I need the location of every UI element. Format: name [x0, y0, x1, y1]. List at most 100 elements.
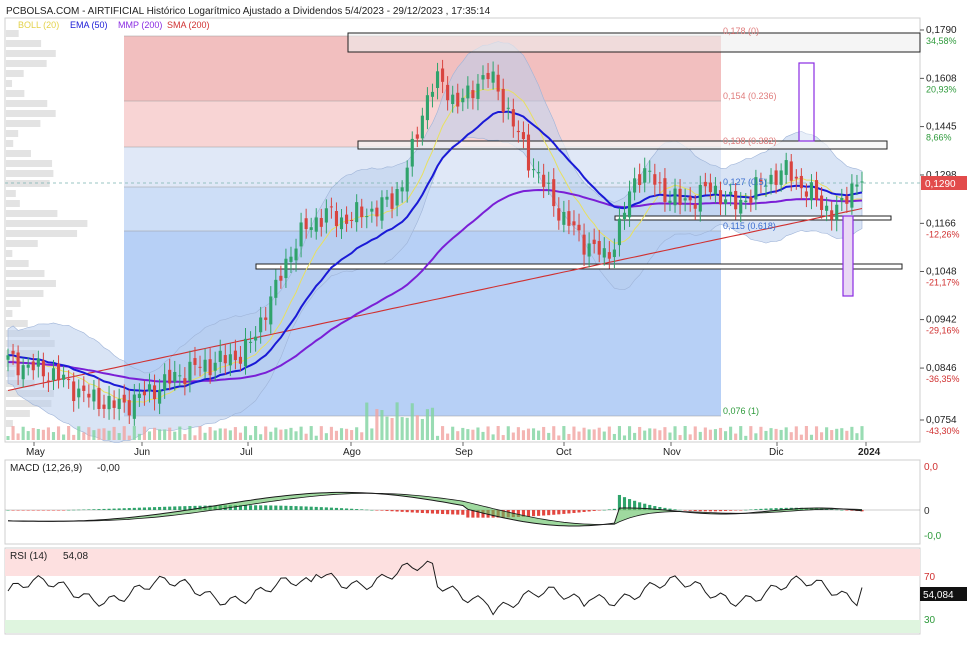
candle-body	[799, 175, 803, 189]
macd-hist-bar	[410, 510, 414, 513]
volume-bar	[617, 426, 622, 440]
volume-bar	[72, 434, 76, 440]
volume-bar	[612, 433, 616, 440]
candle-body	[350, 219, 354, 221]
macd-hist-bar	[400, 510, 404, 512]
price-tick-label: 0,0846	[926, 363, 957, 374]
month-label: Jul	[240, 447, 253, 458]
volume-bar	[11, 426, 15, 440]
macd-hist-bar	[163, 506, 167, 510]
projection-down-box	[842, 215, 854, 297]
volume-profile-bar	[6, 290, 44, 297]
candle-body	[400, 187, 404, 192]
candle-body	[476, 83, 480, 99]
macd-hist-bar	[441, 510, 445, 514]
volume-bar	[587, 429, 591, 440]
macd-hist-bar	[673, 509, 677, 510]
volume-bar	[117, 433, 121, 440]
volume-bar	[607, 426, 611, 440]
volume-bar	[688, 434, 692, 440]
volume-bar	[289, 427, 293, 440]
candle-body	[67, 379, 71, 381]
volume-bar	[825, 427, 829, 440]
candle-body	[809, 182, 814, 201]
macd-hist-bar	[314, 506, 318, 510]
candle-body	[92, 389, 96, 402]
volume-bar	[92, 430, 96, 440]
volume-bar	[794, 426, 798, 440]
candle-body	[814, 180, 819, 200]
price-pct-label: -12,26%	[926, 229, 960, 239]
candle-body	[158, 389, 162, 404]
volume-bar	[456, 431, 460, 440]
macd-hist-bar	[112, 508, 116, 510]
volume-bar	[516, 427, 520, 440]
macd-hist-bar	[117, 508, 121, 510]
candle-body	[673, 188, 677, 206]
macd-hist-bar	[415, 510, 419, 513]
volume-bar	[718, 427, 723, 440]
volume-bar	[547, 432, 551, 440]
volume-bar	[850, 426, 854, 440]
macd-hist-bar	[703, 510, 707, 512]
macd-hist-bar	[72, 509, 76, 511]
volume-bar	[41, 429, 45, 440]
volume-bar	[471, 429, 475, 440]
volume-bar	[299, 426, 303, 440]
macd-hist-bar	[243, 505, 248, 510]
macd-hist-bar	[259, 505, 263, 510]
macd-hist-bar	[582, 510, 586, 512]
candle-body	[769, 174, 773, 185]
volume-bar	[521, 430, 525, 440]
candle-body	[334, 211, 339, 227]
volume-bar	[228, 430, 232, 440]
macd-hist-bar	[299, 506, 303, 510]
volume-bar	[324, 433, 328, 440]
volume-bar	[97, 428, 101, 440]
macd-hist-bar	[668, 508, 672, 510]
volume-bar	[466, 429, 470, 440]
candle-body	[425, 95, 429, 121]
volume-bar	[840, 428, 844, 440]
candle-body	[259, 317, 263, 333]
volume-profile-bar	[6, 200, 20, 207]
macd-hist-bar	[178, 506, 182, 510]
volume-bar	[552, 426, 556, 440]
candle-body	[587, 243, 591, 257]
month-label: May	[26, 447, 45, 458]
volume-bar	[749, 426, 753, 440]
volume-bar	[223, 428, 227, 440]
chart-title: PCBOLSA.COM - AIRTIFICIAL Histórico Loga…	[6, 6, 491, 17]
candle-body	[324, 208, 328, 223]
candle-body	[678, 188, 682, 205]
volume-bar	[531, 428, 536, 440]
rsi-value: 54,08	[63, 551, 88, 562]
candle-body	[77, 388, 81, 398]
volume-bar	[830, 430, 834, 440]
candle-body	[279, 275, 283, 281]
price-tick-label: 0,1790	[926, 25, 957, 36]
volume-bar	[506, 426, 510, 440]
candle-body	[744, 200, 748, 203]
volume-bar	[254, 426, 258, 440]
candle-body	[304, 218, 308, 230]
volume-bar	[698, 431, 702, 440]
volume-bar	[380, 410, 384, 440]
candle-body	[31, 361, 35, 371]
macd-hist-bar	[142, 507, 146, 510]
candle-body	[430, 91, 435, 97]
macd-hist-bar	[248, 505, 253, 510]
chart-window: 0,178 (0) 0,154 (0.236) 0,138 (0.382) 0,…	[0, 0, 970, 640]
candle-body	[830, 210, 834, 220]
candle-body	[163, 374, 167, 391]
volume-bar	[339, 428, 344, 440]
candle-body	[218, 350, 222, 362]
current-price-value: 0,1290	[925, 179, 956, 190]
candle-body	[132, 394, 136, 419]
macd-hist-bar	[461, 510, 465, 515]
candle-body	[248, 341, 253, 343]
volume-bar	[122, 426, 126, 440]
candle-body	[668, 200, 672, 204]
volume-bar	[238, 432, 243, 440]
candle-body	[794, 176, 798, 179]
